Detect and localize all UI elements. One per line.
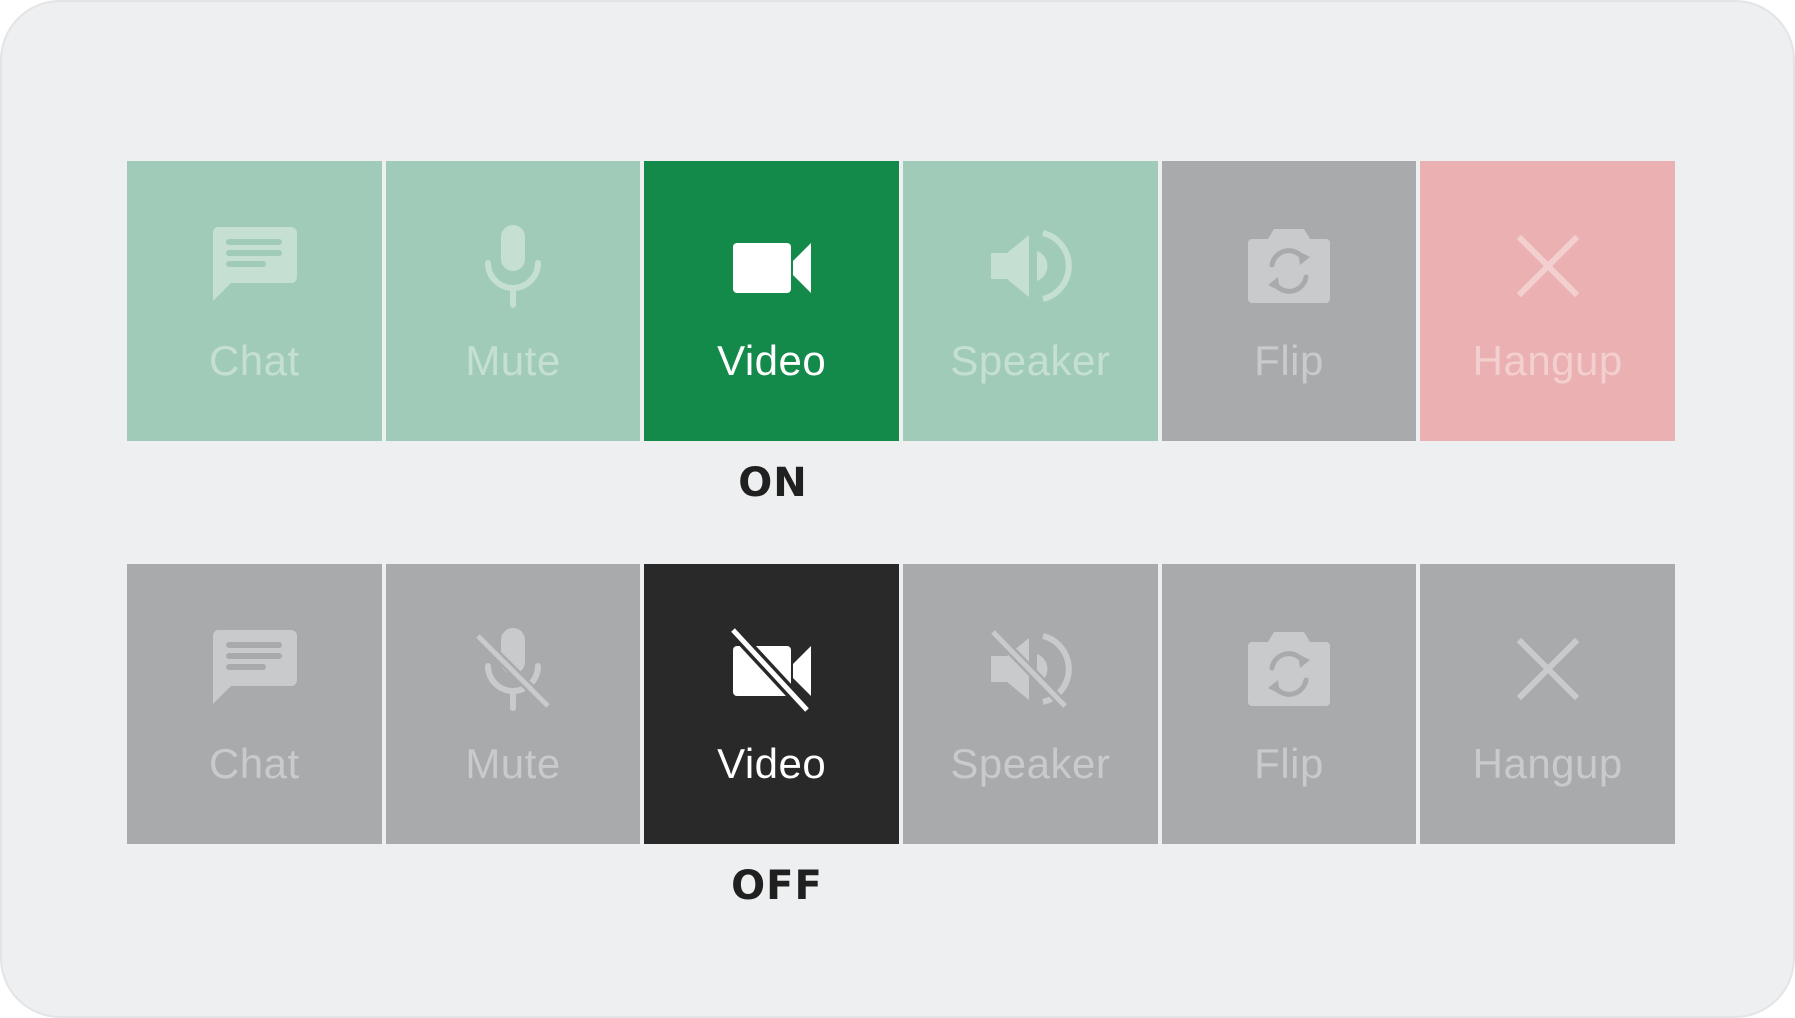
button-label: Video [717, 337, 827, 384]
video-camera-off-icon [727, 624, 817, 714]
mute-button[interactable]: Mute [385, 161, 641, 441]
button-label: Flip [1254, 740, 1324, 787]
close-icon [1503, 624, 1593, 714]
speaker-button[interactable]: Speaker [903, 161, 1158, 441]
hangup-button[interactable]: Hangup [1420, 564, 1676, 844]
video-camera-icon [727, 221, 817, 311]
call-toolbar-on: Chat Mute Video Speaker Flip Hangup [127, 161, 1676, 441]
button-label: Speaker [950, 337, 1111, 384]
state-label-off: OFF [731, 863, 823, 909]
microphone-icon [468, 221, 558, 311]
button-label: Mute [465, 337, 561, 384]
button-label: Hangup [1472, 337, 1623, 384]
flip-camera-icon [1244, 221, 1334, 311]
close-icon [1503, 221, 1593, 311]
chat-button[interactable]: Chat [127, 161, 382, 441]
video-button[interactable]: Video [644, 161, 900, 441]
speaker-icon [985, 221, 1075, 311]
hangup-button[interactable]: Hangup [1420, 161, 1676, 441]
mute-button[interactable]: Mute [385, 564, 641, 844]
background-panel: Chat Mute Video Speaker Flip Hangup ON C… [0, 0, 1795, 1018]
button-label: Mute [465, 740, 561, 787]
flip-button[interactable]: Flip [1161, 161, 1417, 441]
chat-button[interactable]: Chat [127, 564, 382, 844]
flip-camera-icon [1244, 624, 1334, 714]
speaker-off-icon [985, 624, 1075, 714]
microphone-off-icon [468, 624, 558, 714]
button-label: Video [717, 740, 827, 787]
speaker-button[interactable]: Speaker [903, 564, 1158, 844]
state-label-on: ON [738, 460, 808, 506]
chat-icon [209, 624, 299, 714]
button-label: Chat [208, 337, 300, 384]
button-label: Hangup [1472, 740, 1623, 787]
button-label: Flip [1254, 337, 1324, 384]
call-toolbar-off: Chat Mute Video Speaker Flip Hangup [127, 564, 1676, 844]
button-label: Speaker [950, 740, 1111, 787]
video-button[interactable]: Video [644, 564, 900, 844]
chat-icon [209, 221, 299, 311]
button-label: Chat [208, 740, 300, 787]
flip-button[interactable]: Flip [1161, 564, 1417, 844]
